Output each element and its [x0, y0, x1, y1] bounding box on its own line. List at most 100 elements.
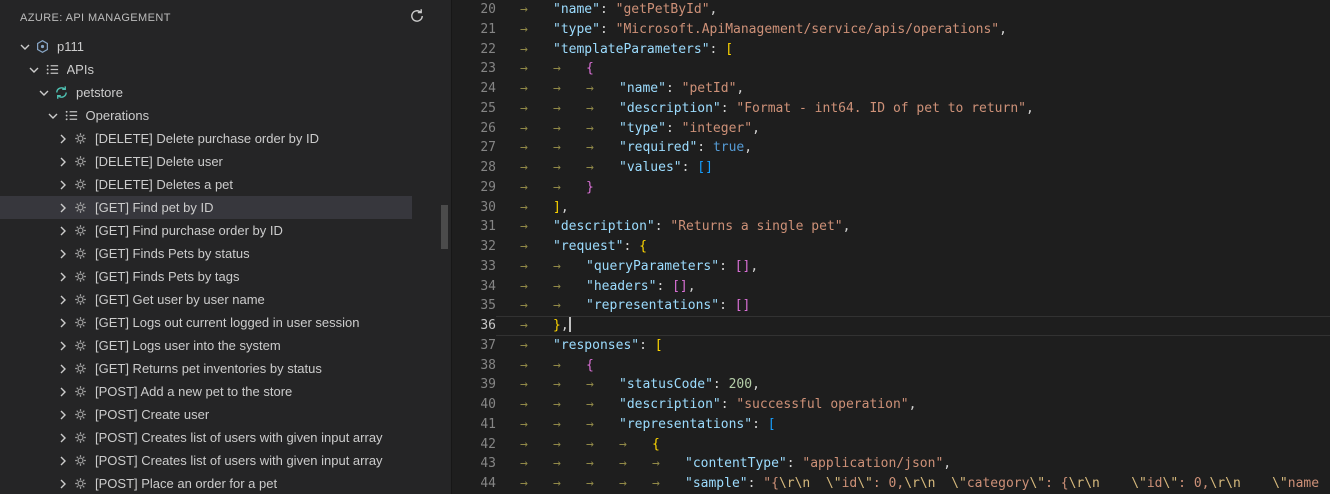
tree-item[interactable]: [POST] Add a new pet to the store: [0, 380, 451, 403]
tree-item-label: [GET] Finds Pets by status: [95, 246, 250, 261]
chevron-right-icon[interactable]: [54, 223, 71, 239]
chevron-right-icon[interactable]: [54, 292, 71, 308]
token-b1: {: [652, 436, 660, 452]
chevron-right-icon[interactable]: [54, 453, 71, 469]
tree-item[interactable]: [POST] Creates list of users with given …: [0, 449, 451, 472]
tree-item[interactable]: [GET] Get user by user name: [0, 288, 451, 311]
code-line[interactable]: 33 → → "queryParameters": [],: [452, 257, 1330, 277]
chevron-right-icon[interactable]: [54, 430, 71, 446]
tree-item[interactable]: [DELETE] Delete user: [0, 150, 451, 173]
token-pun: ,: [687, 278, 696, 294]
code-line[interactable]: 34 → → "headers": [],: [452, 277, 1330, 297]
code-line[interactable]: 28 → → → "values": []: [452, 158, 1330, 178]
code-line[interactable]: 32 → "request": {: [452, 237, 1330, 257]
tree-item[interactable]: [GET] Finds Pets by status: [0, 242, 451, 265]
code-line[interactable]: 25 → → → "description": "Format - int64. ID …: [452, 99, 1330, 119]
operation-icon: [71, 131, 90, 147]
code-line[interactable]: 20 → "name": "getPetById",: [452, 0, 1330, 20]
tab-whitespace-icon: →: [520, 397, 528, 412]
code-line-content: → → → "name": "petId",: [496, 79, 1330, 99]
code-line-content: → → "headers": [],: [496, 277, 1330, 297]
code-line[interactable]: 41 → → → "representations": [: [452, 415, 1330, 435]
chevron-right-icon[interactable]: [54, 200, 71, 216]
code-line[interactable]: 39 → → → "statusCode": 200,: [452, 375, 1330, 395]
token-b1: ]: [553, 199, 561, 215]
code-line[interactable]: 36 →},: [452, 316, 1330, 336]
tree-item[interactable]: [GET] Find pet by ID: [0, 196, 451, 219]
refresh-button[interactable]: [407, 8, 427, 28]
chevron-right-icon[interactable]: [54, 338, 71, 354]
chevron-right-icon[interactable]: [54, 476, 71, 492]
tab-whitespace-icon: →: [586, 397, 594, 412]
tree-item-label: [GET] Returns pet inventories by status: [95, 361, 322, 376]
code-line[interactable]: 43 → → → → → "contentType": "application/json"…: [452, 454, 1330, 474]
tree-scrollbar[interactable]: [441, 205, 448, 249]
chevron-right-icon[interactable]: [54, 269, 71, 285]
chevron-down-icon[interactable]: [16, 39, 33, 55]
tree-item[interactable]: [GET] Logs out current logged in user se…: [0, 311, 451, 334]
code-line[interactable]: 29 → →}: [452, 178, 1330, 198]
token-str: name: [1287, 476, 1320, 491]
tree-item[interactable]: p111: [0, 35, 451, 58]
code-line-content: → "responses": [: [496, 336, 1330, 356]
tree-item[interactable]: [POST] Creates list of users with given …: [0, 426, 451, 449]
code-line[interactable]: 21 → "type": "Microsoft.ApiManagement/serv…: [452, 20, 1330, 40]
chevron-right-icon[interactable]: [54, 361, 71, 377]
token-b1: [: [725, 41, 734, 57]
chevron-down-icon[interactable]: [35, 85, 52, 101]
tree-item[interactable]: [POST] Create user: [0, 403, 451, 426]
chevron-right-icon[interactable]: [54, 384, 71, 400]
token-pun: ,: [908, 397, 917, 412]
token-key: "sample": [685, 476, 748, 491]
code-line[interactable]: 27 → → → "required": true,: [452, 138, 1330, 158]
chevron-down-icon[interactable]: [45, 108, 62, 124]
tab-whitespace-icon: →: [520, 318, 528, 333]
code-line[interactable]: 44 → → → → → "sample": "{\r\n \"id\": 0,\r\n \…: [452, 474, 1330, 494]
tree-item-label: [GET] Get user by user name: [95, 292, 265, 307]
token-key: "name": [553, 2, 600, 17]
code-line[interactable]: 26 → → → "type": "integer",: [452, 119, 1330, 139]
code-line[interactable]: 23 → → {: [452, 59, 1330, 79]
line-number: 44: [480, 476, 496, 491]
chevron-right-icon[interactable]: [54, 131, 71, 147]
chevron-right-icon[interactable]: [54, 315, 71, 331]
token-key: "required": [619, 140, 698, 156]
tree-item[interactable]: APIs: [0, 58, 451, 81]
tree-item-label: [POST] Create user: [95, 407, 210, 422]
tree-item[interactable]: [GET] Finds Pets by tags: [0, 265, 451, 288]
code-line[interactable]: 35 → → "representations": []: [452, 296, 1330, 316]
code-line-content: → "name": "getPetById",: [496, 0, 1330, 20]
chevron-right-icon[interactable]: [54, 177, 71, 193]
tab-whitespace-icon: →: [553, 476, 561, 491]
tree-item[interactable]: [GET] Find purchase order by ID: [0, 219, 451, 242]
chevron-right-icon[interactable]: [54, 154, 71, 170]
code-line[interactable]: 40 → → → "description": "successful operatio…: [452, 395, 1330, 415]
token-str: "Format - int64. ID of pet to return": [736, 100, 1026, 116]
tree-item[interactable]: [POST] Place an order for a pet: [0, 472, 451, 494]
tree-item-label: [GET] Logs out current logged in user se…: [95, 315, 360, 330]
tree-item[interactable]: [DELETE] Delete purchase order by ID: [0, 127, 451, 150]
code-line[interactable]: 24 → → → "name": "petId",: [452, 79, 1330, 99]
token-pun: :: [747, 476, 764, 491]
tree-item-label: [GET] Logs user into the system: [95, 338, 281, 353]
chevron-right-icon[interactable]: [54, 246, 71, 262]
tree-item[interactable]: [GET] Returns pet inventories by status: [0, 357, 451, 380]
tab-whitespace-icon: →: [553, 120, 561, 136]
chevron-down-icon[interactable]: [26, 62, 43, 78]
code-line[interactable]: 30 →],: [452, 198, 1330, 218]
tree-item[interactable]: petstore: [0, 81, 451, 104]
operation-icon: [71, 177, 90, 193]
tree-item[interactable]: [GET] Logs user into the system: [0, 334, 451, 357]
tree-item[interactable]: Operations: [0, 104, 451, 127]
code-line[interactable]: 37 → "responses": [: [452, 336, 1330, 356]
token-pun: ,: [709, 2, 718, 17]
token-esc: \": [1029, 476, 1046, 491]
token-b2: []: [672, 278, 688, 294]
tree-item[interactable]: [DELETE] Deletes a pet: [0, 173, 451, 196]
tab-whitespace-icon: →: [520, 258, 528, 274]
code-line[interactable]: 38 → → {: [452, 356, 1330, 376]
code-line[interactable]: 42 → → → → {: [452, 435, 1330, 455]
code-line[interactable]: 22 → "templateParameters": [: [452, 40, 1330, 60]
code-line[interactable]: 31 → "description": "Returns a single pet"…: [452, 217, 1330, 237]
chevron-right-icon[interactable]: [54, 407, 71, 423]
